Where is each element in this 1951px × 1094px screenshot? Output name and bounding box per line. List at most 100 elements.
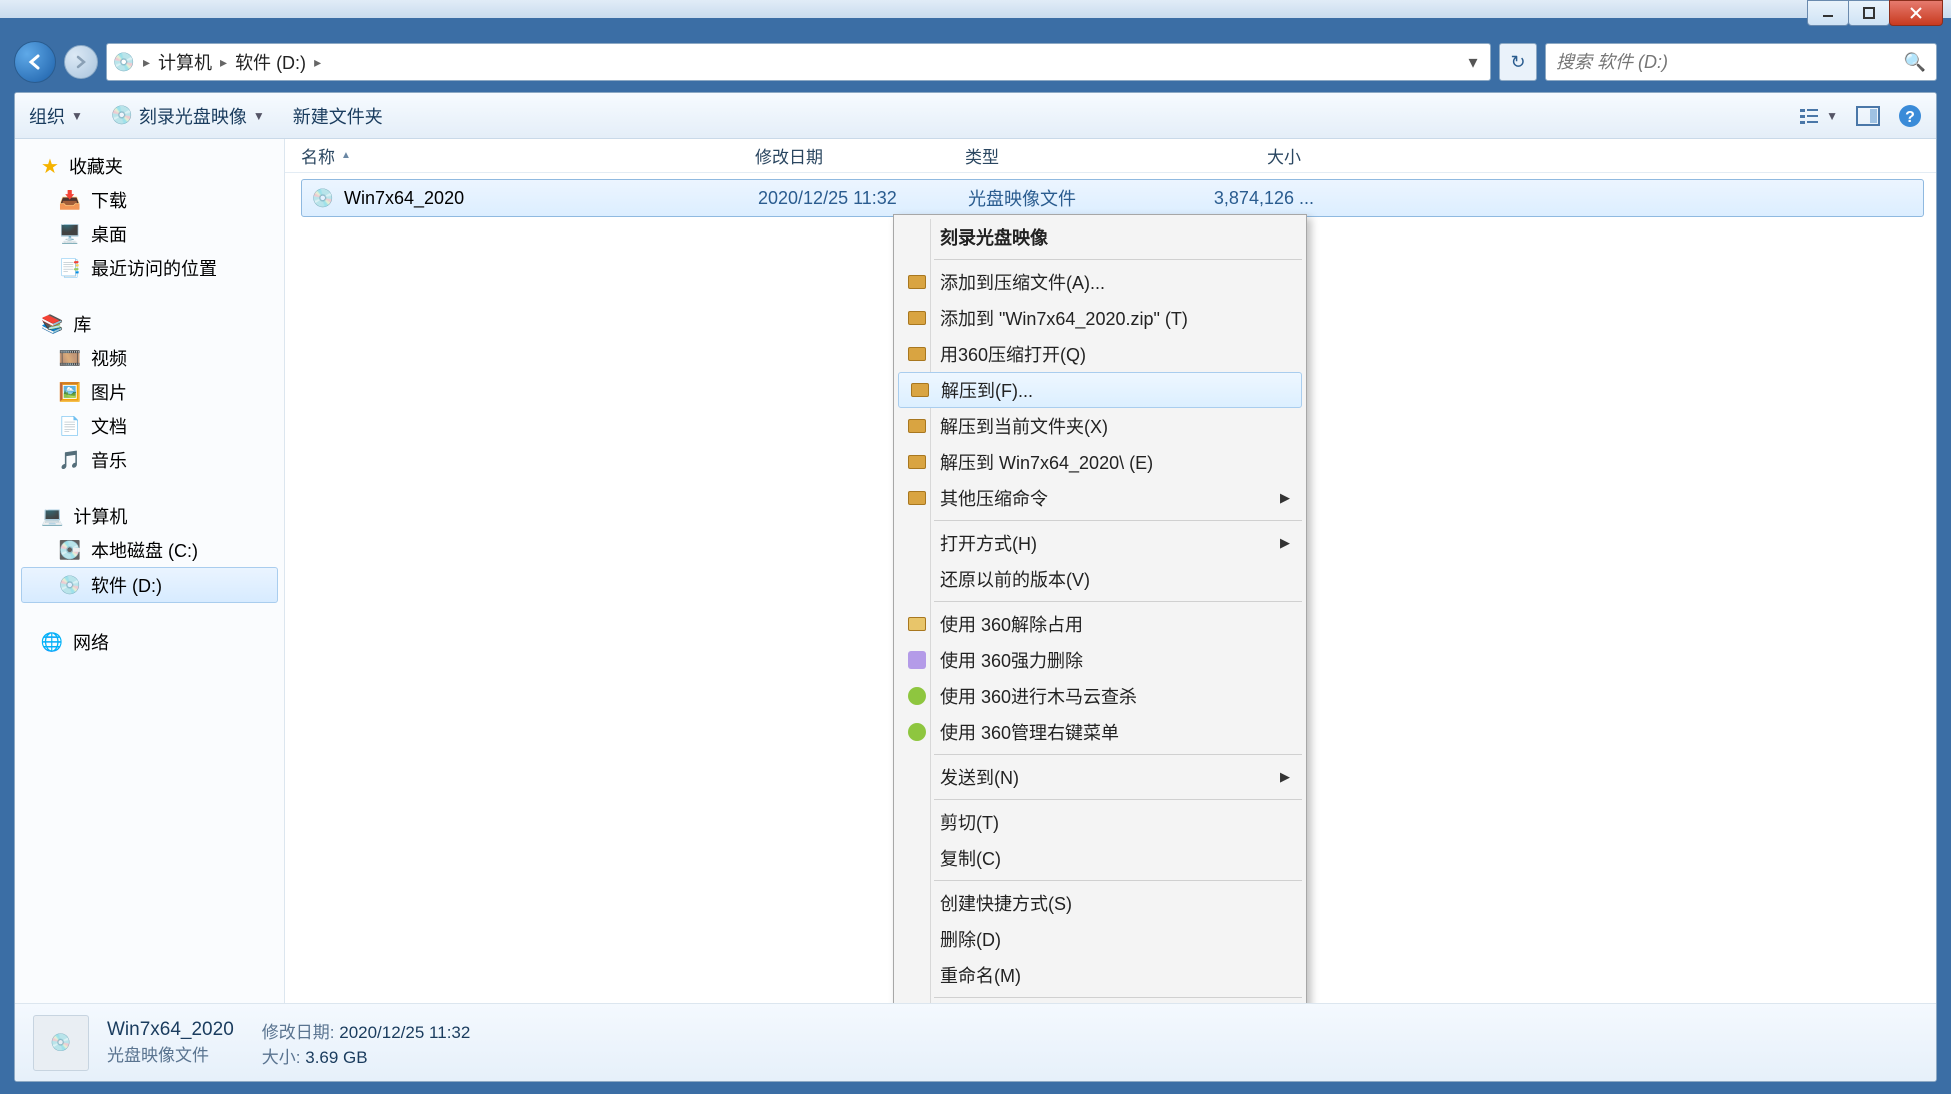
details-pane: 💿 Win7x64_2020 光盘映像文件 修改日期: 2020/12/25 1… bbox=[15, 1003, 1936, 1081]
cm-open-360[interactable]: 用360压缩打开(Q) bbox=[896, 336, 1304, 372]
cm-extract-named[interactable]: 解压到 Win7x64_2020\ (E) bbox=[896, 444, 1304, 480]
chevron-down-icon: ▼ bbox=[1826, 109, 1838, 123]
minimize-button[interactable] bbox=[1807, 0, 1849, 26]
breadcrumb-current[interactable]: 软件 (D:) bbox=[235, 49, 306, 75]
sidebar-item-drive-d[interactable]: 💿软件 (D:) bbox=[21, 567, 278, 603]
cm-burn-image[interactable]: 刻录光盘映像 bbox=[896, 219, 1304, 255]
cm-cut[interactable]: 剪切(T) bbox=[896, 804, 1304, 840]
column-date[interactable]: 修改日期 bbox=[755, 143, 965, 168]
chevron-right-icon: ▸ bbox=[220, 54, 227, 71]
archive-icon bbox=[906, 487, 928, 509]
cm-properties[interactable]: 属性(R) bbox=[896, 1002, 1304, 1003]
archive-icon bbox=[906, 451, 928, 473]
forward-button[interactable] bbox=[64, 45, 98, 79]
burn-image-button[interactable]: 💿刻录光盘映像▼ bbox=[111, 103, 265, 129]
details-size-value: 3.69 GB bbox=[305, 1048, 367, 1067]
address-dropdown[interactable]: ▾ bbox=[1462, 52, 1484, 73]
network-icon: 🌐 bbox=[41, 631, 63, 653]
360-icon bbox=[906, 649, 928, 671]
back-button[interactable] bbox=[14, 41, 56, 83]
file-row[interactable]: 💿Win7x64_2020 2020/12/25 11:32 光盘映像文件 3,… bbox=[301, 179, 1924, 217]
new-folder-label: 新建文件夹 bbox=[293, 103, 383, 129]
star-icon: ★ bbox=[41, 154, 59, 179]
cm-extract-to[interactable]: 解压到(F)... bbox=[898, 372, 1302, 408]
cm-open-with[interactable]: 打开方式(H)▶ bbox=[896, 525, 1304, 561]
cm-extract-here[interactable]: 解压到当前文件夹(X) bbox=[896, 408, 1304, 444]
help-button[interactable]: ? bbox=[1898, 104, 1922, 128]
toolbar: 组织 ▼ 💿 刻录光盘映像 ▼ 新建文件夹 ▼ ? bbox=[15, 93, 1936, 139]
details-size-label: 大小: bbox=[262, 1048, 301, 1067]
cm-add-archive[interactable]: 添加到压缩文件(A)... bbox=[896, 264, 1304, 300]
sort-indicator-icon: ▲ bbox=[341, 150, 351, 161]
new-folder-button[interactable]: 新建文件夹 bbox=[293, 103, 383, 129]
desktop-icon: 🖥️ bbox=[59, 223, 81, 245]
breadcrumb-root[interactable]: 计算机 bbox=[158, 49, 212, 75]
navigation-bar: 💿 ▸ 计算机 ▸ 软件 (D:) ▸ ▾ ↻ 🔍 bbox=[14, 36, 1937, 88]
submenu-arrow-icon: ▶ bbox=[1280, 490, 1290, 506]
sidebar-item-videos[interactable]: 🎞️视频 bbox=[15, 341, 284, 375]
column-type[interactable]: 类型 bbox=[965, 143, 1171, 168]
cm-360-menu[interactable]: 使用 360管理右键菜单 bbox=[896, 714, 1304, 750]
documents-icon: 📄 bbox=[59, 415, 81, 437]
cm-shortcut[interactable]: 创建快捷方式(S) bbox=[896, 885, 1304, 921]
sidebar-item-downloads[interactable]: 📥下载 bbox=[15, 183, 284, 217]
svg-text:?: ? bbox=[1905, 109, 1915, 126]
cm-add-zip[interactable]: 添加到 "Win7x64_2020.zip" (T) bbox=[896, 300, 1304, 336]
cm-copy[interactable]: 复制(C) bbox=[896, 840, 1304, 876]
archive-icon bbox=[906, 415, 928, 437]
archive-icon bbox=[906, 343, 928, 365]
sidebar-computer-head[interactable]: 💻计算机 bbox=[15, 499, 284, 533]
maximize-button[interactable] bbox=[1848, 0, 1890, 26]
cm-360-delete[interactable]: 使用 360强力删除 bbox=[896, 642, 1304, 678]
chevron-right-icon: ▸ bbox=[143, 54, 150, 71]
burn-label: 刻录光盘映像 bbox=[139, 103, 247, 129]
drive-icon: 💽 bbox=[59, 539, 81, 561]
organize-label: 组织 bbox=[29, 103, 65, 129]
sidebar-item-drive-c[interactable]: 💽本地磁盘 (C:) bbox=[15, 533, 284, 567]
refresh-button[interactable]: ↻ bbox=[1499, 43, 1537, 81]
search-box[interactable]: 🔍 bbox=[1545, 43, 1937, 81]
360-icon bbox=[906, 685, 928, 707]
recent-icon: 📑 bbox=[59, 257, 81, 279]
library-icon: 📚 bbox=[41, 314, 63, 335]
cm-delete[interactable]: 删除(D) bbox=[896, 921, 1304, 957]
address-bar[interactable]: 💿 ▸ 计算机 ▸ 软件 (D:) ▸ ▾ bbox=[106, 43, 1491, 81]
cm-360-unlock[interactable]: 使用 360解除占用 bbox=[896, 606, 1304, 642]
column-name[interactable]: 名称▲ bbox=[301, 143, 755, 168]
file-type: 光盘映像文件 bbox=[968, 185, 1174, 211]
cm-send-to[interactable]: 发送到(N)▶ bbox=[896, 759, 1304, 795]
submenu-arrow-icon: ▶ bbox=[1280, 535, 1290, 551]
close-button[interactable] bbox=[1889, 0, 1943, 26]
column-size[interactable]: 大小 bbox=[1171, 143, 1311, 168]
navigation-sidebar: ★收藏夹 📥下载 🖥️桌面 📑最近访问的位置 📚库 🎞️视频 🖼️图片 📄文档 … bbox=[15, 139, 285, 1003]
explorer-window: 组织 ▼ 💿 刻录光盘映像 ▼ 新建文件夹 ▼ ? ★收藏夹 📥下载 🖥️桌面 📑最近… bbox=[14, 92, 1937, 1082]
file-list-area: 名称▲ 修改日期 类型 大小 💿Win7x64_2020 2020/12/25 … bbox=[285, 139, 1936, 1003]
archive-icon bbox=[906, 307, 928, 329]
sidebar-item-documents[interactable]: 📄文档 bbox=[15, 409, 284, 443]
search-icon: 🔍 bbox=[1904, 52, 1926, 73]
view-options-button[interactable]: ▼ bbox=[1798, 105, 1838, 127]
sidebar-item-desktop[interactable]: 🖥️桌面 bbox=[15, 217, 284, 251]
submenu-arrow-icon: ▶ bbox=[1280, 769, 1290, 785]
details-date-label: 修改日期: bbox=[262, 1023, 335, 1042]
details-subtitle: 光盘映像文件 bbox=[107, 1041, 234, 1066]
iso-file-icon: 💿 bbox=[312, 187, 334, 209]
sidebar-favorites-head[interactable]: ★收藏夹 bbox=[15, 149, 284, 183]
chevron-down-icon: ▼ bbox=[71, 109, 83, 123]
file-name: Win7x64_2020 bbox=[344, 188, 464, 209]
sidebar-item-music[interactable]: 🎵音乐 bbox=[15, 443, 284, 477]
sidebar-item-pictures[interactable]: 🖼️图片 bbox=[15, 375, 284, 409]
cm-restore[interactable]: 还原以前的版本(V) bbox=[896, 561, 1304, 597]
cm-rename[interactable]: 重命名(M) bbox=[896, 957, 1304, 993]
organize-menu[interactable]: 组织 ▼ bbox=[29, 103, 83, 129]
preview-pane-button[interactable] bbox=[1856, 106, 1880, 126]
cm-360-scan[interactable]: 使用 360进行木马云查杀 bbox=[896, 678, 1304, 714]
video-icon: 🎞️ bbox=[59, 347, 81, 369]
search-input[interactable] bbox=[1556, 52, 1904, 73]
disc-icon: 💿 bbox=[111, 105, 133, 127]
sidebar-item-recent[interactable]: 📑最近访问的位置 bbox=[15, 251, 284, 285]
cm-other-compress[interactable]: 其他压缩命令▶ bbox=[896, 480, 1304, 516]
sidebar-network-head[interactable]: 🌐网络 bbox=[15, 625, 284, 659]
sidebar-libraries-head[interactable]: 📚库 bbox=[15, 307, 284, 341]
details-title: Win7x64_2020 bbox=[107, 1019, 234, 1041]
